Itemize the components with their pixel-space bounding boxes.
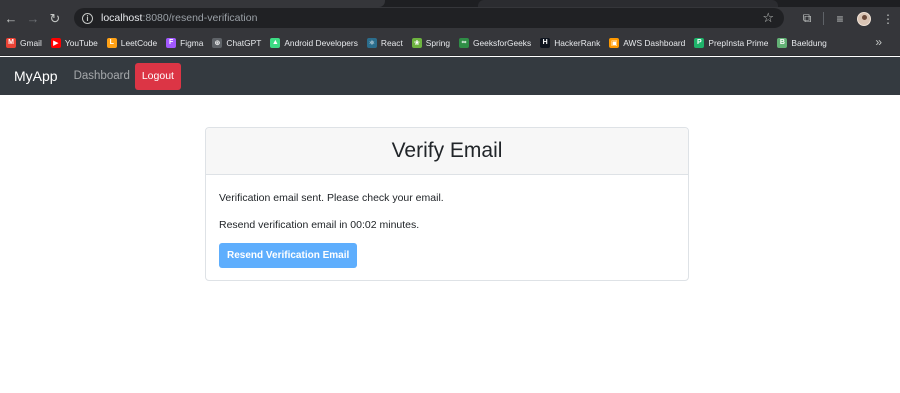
avatar — [857, 11, 871, 26]
bookmark-item[interactable]: ⊛ ChatGPT — [209, 33, 266, 53]
bookmark-label: PrepInsta Prime — [708, 37, 769, 48]
app-navbar: MyApp Dashboard Logout — [0, 57, 900, 95]
more-bookmarks-icon[interactable]: » — [875, 35, 882, 49]
bookmark-label: YouTube — [64, 37, 98, 48]
browser-toolbar: ← → ↻ i localhost:8080/resend-verificati… — [0, 7, 900, 30]
bookmark-item[interactable]: ∞ GeeksforGeeks — [456, 33, 536, 53]
bookmark-item[interactable]: P PrepInsta Prime — [691, 33, 773, 53]
reading-list-icon[interactable]: ≡ — [828, 8, 852, 30]
bookmark-label: ChatGPT — [226, 37, 262, 48]
bookmark-item[interactable]: B Baeldung — [774, 33, 831, 53]
address-bar[interactable]: i localhost:8080/resend-verification ☆ — [74, 8, 784, 28]
leetcode-icon: L — [106, 37, 117, 48]
menu-kebab-icon[interactable]: ⋮ — [876, 8, 900, 30]
bookmark-label: GeeksforGeeks — [473, 37, 532, 48]
bookmark-item[interactable]: M Gmail — [3, 33, 47, 53]
address-url[interactable]: localhost:8080/resend-verification — [101, 12, 257, 24]
url-path: :8080/resend-verification — [142, 12, 258, 24]
bookmark-label: Spring — [425, 37, 450, 48]
logout-button[interactable]: Logout — [134, 62, 181, 90]
baeldung-icon: B — [777, 37, 788, 48]
bookmark-label: AWS Dashboard — [623, 37, 686, 48]
bookmark-item[interactable]: ▣ AWS Dashboard — [606, 33, 690, 53]
extensions-icon[interactable]: ⧉ — [795, 8, 819, 30]
verification-sent-message: Verification email sent. Please check yo… — [219, 192, 444, 204]
bookmark-item[interactable]: ⚛ React — [364, 33, 408, 53]
bookmark-label: Baeldung — [791, 37, 827, 48]
bookmark-label: Android Developers — [284, 37, 358, 48]
android-icon: ▲ — [270, 37, 281, 48]
hackerrank-icon: H — [540, 37, 551, 48]
spring-icon: ❀ — [411, 37, 422, 48]
bookmark-label: HackerRank — [554, 37, 601, 48]
navbar-brand[interactable]: MyApp — [14, 68, 58, 84]
bookmark-item[interactable]: ▶ YouTube — [48, 33, 103, 53]
page-title: Verify Email — [391, 139, 503, 162]
browser-tab-strip — [0, 0, 900, 7]
active-tab[interactable] — [0, 0, 385, 7]
resend-timer-message: Resend verification email in 00:02 minut… — [219, 219, 420, 231]
bookmark-label: LeetCode — [120, 37, 158, 48]
react-icon: ⚛ — [366, 37, 377, 48]
site-info-icon[interactable]: i — [82, 12, 93, 24]
bookmark-item[interactable]: ▲ Android Developers — [267, 33, 363, 53]
back-arrow-icon[interactable]: ← — [0, 8, 22, 30]
nav-link-dashboard[interactable]: Dashboard — [74, 70, 130, 82]
bookmark-item[interactable]: F Figma — [163, 33, 208, 53]
bookmarks-bar: M Gmail ▶ YouTube L LeetCode F Figma ⊛ ChatGPT ▲ An… — [0, 30, 900, 56]
reload-icon[interactable]: ↻ — [44, 8, 66, 30]
bookmark-star-icon[interactable]: ☆ — [762, 10, 774, 26]
aws-icon: ▣ — [609, 37, 620, 48]
card-header: Verify Email — [206, 128, 688, 175]
url-host: localhost — [101, 12, 143, 24]
bookmark-label: Figma — [180, 37, 204, 48]
bookmark-label: React — [380, 37, 403, 48]
profile-avatar[interactable] — [852, 8, 876, 30]
bookmark-item[interactable]: H HackerRank — [537, 33, 605, 53]
verify-email-card: Verify Email Verification email sent. Pl… — [205, 127, 689, 281]
gmail-icon: M — [6, 37, 16, 48]
forward-arrow-icon[interactable]: → — [22, 8, 44, 30]
resend-verification-button[interactable]: Resend Verification Email — [219, 243, 358, 268]
prepinsta-icon: P — [694, 37, 705, 48]
chatgpt-icon: ⊛ — [212, 37, 223, 48]
card-body: Verification email sent. Please check yo… — [206, 175, 688, 268]
figma-icon: F — [166, 37, 177, 48]
bookmark-label: Gmail — [20, 37, 42, 48]
inactive-tab[interactable] — [478, 0, 778, 7]
bookmark-item[interactable]: ❀ Spring — [409, 33, 455, 53]
toolbar-divider — [823, 12, 824, 25]
bookmark-item[interactable]: L LeetCode — [104, 33, 162, 53]
youtube-icon: ▶ — [50, 37, 61, 48]
geeksforgeeks-icon: ∞ — [459, 37, 469, 48]
